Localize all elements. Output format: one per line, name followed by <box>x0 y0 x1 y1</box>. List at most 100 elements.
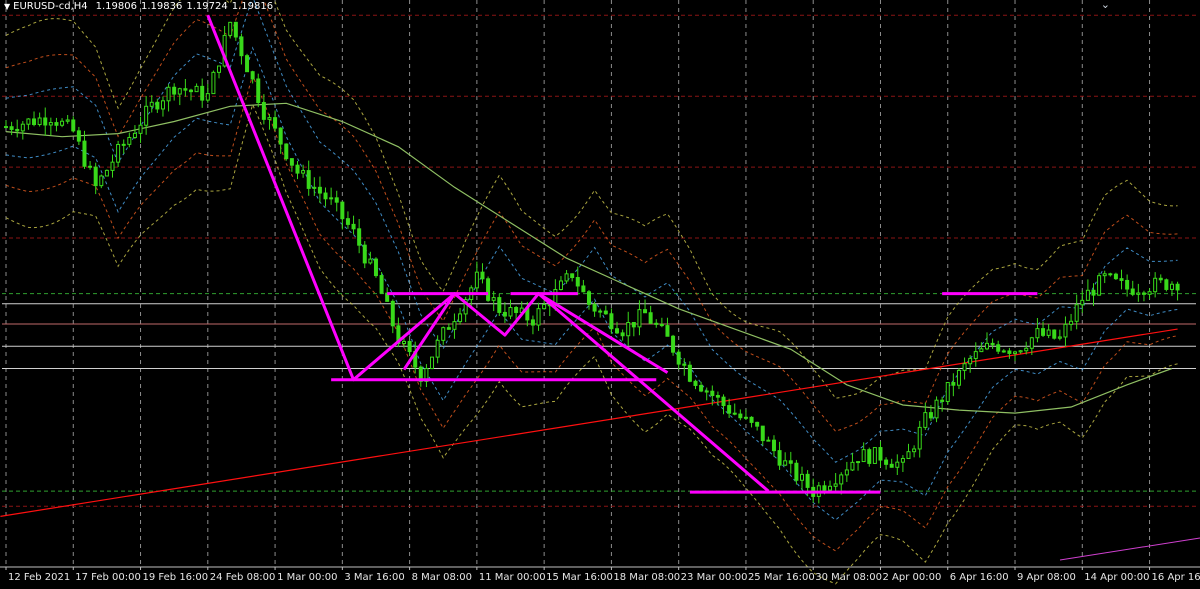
x-axis-tick-label-3: 24 Feb 08:00 <box>210 572 276 583</box>
candle-body <box>306 170 311 189</box>
candle-body <box>867 449 872 464</box>
candle-body <box>1130 288 1135 295</box>
candle-body <box>491 297 496 301</box>
candle-body <box>856 461 861 464</box>
candle-body <box>805 473 810 488</box>
band-orange-lower <box>5 73 1178 552</box>
x-axis-tick-label-16: 14 Apr 00:00 <box>1084 572 1149 583</box>
candle-body <box>710 390 715 397</box>
candle-body <box>514 306 519 313</box>
low-value: 1.19724 <box>186 1 228 12</box>
candle-body <box>1018 350 1023 353</box>
candle-body <box>637 309 642 328</box>
triangle-down-icon[interactable]: ▼ <box>4 2 10 11</box>
x-axis-tick-label-1: 17 Feb 00:00 <box>75 572 141 583</box>
candle-body <box>110 161 115 171</box>
candle-body <box>906 451 911 459</box>
candle-body <box>788 460 793 464</box>
candle-body <box>357 228 362 246</box>
candle-body <box>71 119 76 132</box>
magenta-thin-line <box>1059 537 1200 561</box>
candle-body <box>166 86 171 102</box>
candle-body <box>1063 323 1068 338</box>
candle-body <box>917 426 922 450</box>
x-axis-tick-label-0: 12 Feb 2021 <box>8 572 70 583</box>
candle-body <box>88 165 93 168</box>
candle-body <box>301 170 306 174</box>
candle-body <box>334 197 339 203</box>
candle-body <box>1001 350 1006 353</box>
candle-body <box>973 351 978 359</box>
candle-body <box>138 124 143 134</box>
candle-body <box>37 117 42 126</box>
candle-body <box>738 413 743 419</box>
candle-body <box>345 218 350 225</box>
candle-body <box>872 447 877 464</box>
chart-area[interactable]: 12 Feb 2021 17 Feb 00:00 19 Feb 16:00 24 Fe… <box>0 0 1200 589</box>
candle-body <box>671 335 676 353</box>
candle-body <box>536 308 541 326</box>
candle-body <box>1091 289 1096 296</box>
candle-body <box>704 390 709 393</box>
candle-body <box>402 340 406 345</box>
candle-body <box>1069 320 1074 325</box>
candle-body <box>441 327 446 341</box>
candle-body <box>474 271 479 289</box>
candle-body <box>581 285 586 293</box>
candle-body <box>956 369 961 386</box>
candle-body <box>755 421 760 427</box>
x-axis-tick-label-10: 23 Mar 00:00 <box>681 572 748 583</box>
band-blue-upper <box>5 0 1178 463</box>
chevron-down-icon[interactable]: ⌄ <box>1101 0 1110 11</box>
candle-body <box>1169 283 1174 290</box>
candle-body <box>211 71 216 95</box>
candle-body <box>839 474 844 485</box>
candle-body <box>9 126 14 130</box>
candle-body <box>1153 277 1158 293</box>
x-axis-tick-label-17: 16 Apr 16:00 <box>1152 572 1200 583</box>
candle-body <box>586 291 591 305</box>
candle-body <box>1029 337 1034 349</box>
candle-body <box>895 461 900 468</box>
candle-body <box>26 118 31 125</box>
candle-body <box>239 36 244 57</box>
candle-body <box>60 120 65 126</box>
candle-body <box>116 144 121 163</box>
candle-body <box>452 321 457 330</box>
candle-body <box>771 439 776 452</box>
x-axis-tick-label-4: 1 Mar 00:00 <box>277 572 337 583</box>
candle-body <box>245 55 250 73</box>
candle-body <box>687 364 692 382</box>
candle-body <box>1052 329 1057 339</box>
candle-body <box>1158 277 1163 281</box>
candle-body <box>1024 347 1029 352</box>
candle-body <box>446 327 451 330</box>
candle-body <box>900 457 905 463</box>
price-chart-svg[interactable]: 12 Feb 2021 17 Feb 00:00 19 Feb 16:00 24 Fe… <box>0 0 1200 589</box>
candle-body <box>149 101 154 107</box>
candle-body <box>351 223 356 230</box>
candle-body <box>390 300 395 327</box>
candle-body <box>1035 328 1040 339</box>
candle-body <box>715 395 720 398</box>
x-axis-tick-label-6: 8 Mar 08:00 <box>412 572 472 583</box>
candle-body <box>48 122 53 126</box>
candle-body <box>144 105 149 126</box>
candle-body <box>996 344 1001 352</box>
candle-body <box>480 271 485 280</box>
red-trendline <box>0 328 1178 517</box>
candle-body <box>54 122 59 126</box>
candle-body <box>132 132 137 138</box>
candle-body <box>951 382 956 386</box>
x-axis-tick-label-14: 6 Apr 16:00 <box>950 572 1009 583</box>
candle-body <box>502 311 507 317</box>
candle-body <box>250 71 255 80</box>
candle-body <box>699 384 704 392</box>
candle-body <box>256 78 261 104</box>
close-value: 1.19816 <box>231 1 274 12</box>
candle-body <box>1085 289 1090 301</box>
candle-body <box>93 166 98 187</box>
x-axis-tick-label-12: 30 Mar 08:00 <box>815 572 882 583</box>
candle-body <box>727 405 732 414</box>
candle-body <box>878 447 883 461</box>
